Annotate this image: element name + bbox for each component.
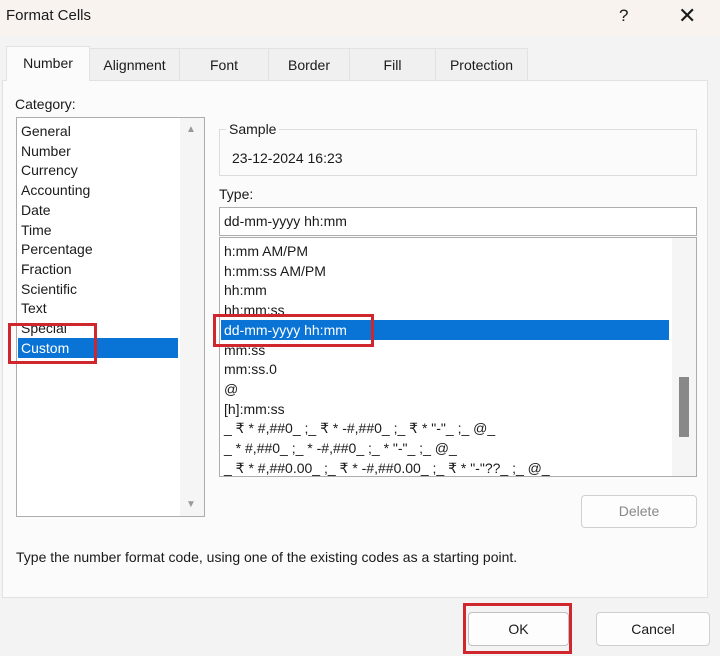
type-input[interactable]: dd-mm-yyyy hh:mm [219,207,697,236]
delete-button[interactable]: Delete [581,495,697,528]
category-list-item[interactable]: Time [21,220,181,240]
type-label: Type: [219,186,254,202]
sample-value: 23-12-2024 16:23 [232,150,343,166]
type-list-item[interactable]: _ * #,##0_ ;_ * -#,##0_ ;_ * "-"_ ;_ @_ [224,438,672,458]
help-button[interactable]: ? [619,6,628,26]
category-list-item[interactable]: Date [21,200,181,220]
category-list-item[interactable]: Percentage [21,239,181,259]
highlight-type [213,314,374,347]
category-list-item[interactable]: Accounting [21,180,181,200]
title-bar: Format Cells ? ✕ [0,0,720,36]
scroll-down-icon[interactable]: ▼ [186,499,196,510]
tab-alignment[interactable]: Alignment [89,48,180,80]
type-list-item[interactable]: h:mm:ss AM/PM [224,261,672,281]
hint-text: Type the number format code, using one o… [16,549,518,565]
scrollbar-thumb[interactable] [679,377,689,437]
type-list[interactable]: h:mm AM/PM h:mm:ss AM/PM hh:mm hh:mm:ss dd-m… [219,237,697,477]
tab-protection[interactable]: Protection [435,48,528,80]
category-list-item[interactable]: Fraction [21,259,181,279]
category-label: Category: [15,96,76,112]
type-list-item[interactable]: _ ₹ * #,##0.00_ ;_ ₹ * -#,##0.00_ ;_ ₹ *… [224,458,672,476]
type-list-item[interactable]: h:mm AM/PM [224,241,672,261]
tab-border[interactable]: Border [268,48,350,80]
type-list-item[interactable]: _ ₹ * #,##0_ ;_ ₹ * -#,##0_ ;_ ₹ * "-"_ … [224,418,672,438]
dialog-title: Format Cells [6,7,92,24]
category-list-item[interactable]: Currency [21,160,181,180]
tab-fill[interactable]: Fill [349,48,436,80]
type-list-item[interactable]: @ [224,379,672,399]
scroll-up-icon[interactable]: ▲ [186,124,196,135]
category-list-item[interactable]: Scientific [21,279,181,299]
type-list-item[interactable]: hh:mm [224,280,672,300]
category-list-item[interactable]: Text [21,298,181,318]
category-list-item[interactable]: General [21,121,181,141]
highlight-ok [463,603,572,654]
close-button[interactable]: ✕ [678,3,696,29]
type-list-item[interactable]: mm:ss.0 [224,359,672,379]
category-list[interactable]: ▲ ▼ General Number Currency Accounting Date T… [16,117,205,517]
sample-label: Sample [226,121,280,137]
category-list-item[interactable]: Number [21,141,181,161]
type-list-item[interactable]: [h]:mm:ss [224,399,672,419]
tab-number[interactable]: Number [6,46,90,81]
category-scrollbar[interactable]: ▲ ▼ [180,118,204,516]
type-scrollbar[interactable] [672,238,696,476]
cancel-button[interactable]: Cancel [596,612,710,646]
tab-font[interactable]: Font [179,48,269,80]
highlight-custom [8,323,97,364]
